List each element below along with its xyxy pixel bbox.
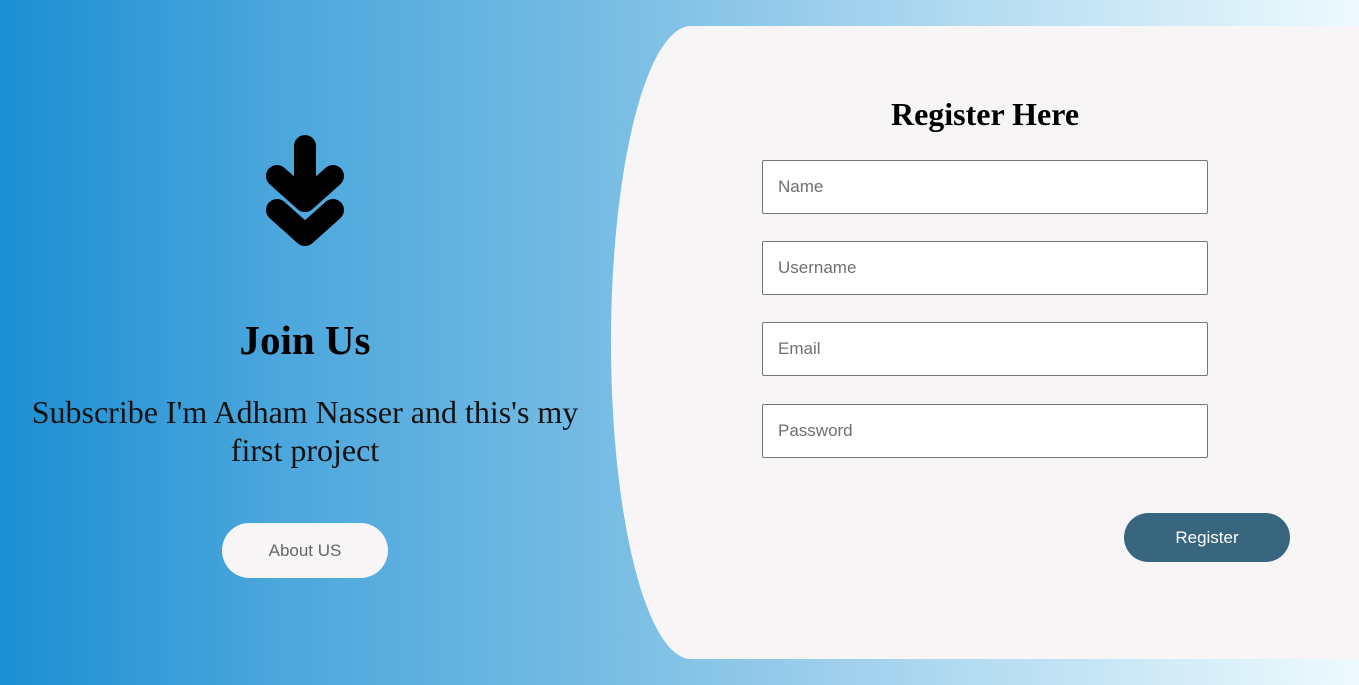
- register-title: Register Here: [890, 96, 1080, 132]
- hero-section: Join Us Subscribe I'm Adham Nasser and t…: [0, 0, 610, 685]
- double-arrow-down-icon: [266, 135, 344, 246]
- about-us-button[interactable]: About US: [222, 523, 388, 578]
- subscribe-text: Subscribe I'm Adham Nasser and this's my…: [31, 394, 579, 468]
- join-title: Join Us: [239, 317, 371, 363]
- username-field[interactable]: [762, 241, 1208, 295]
- email-field[interactable]: [762, 322, 1208, 376]
- register-button[interactable]: Register: [1124, 513, 1290, 562]
- password-field[interactable]: [762, 404, 1208, 458]
- name-field[interactable]: [762, 160, 1208, 214]
- register-panel: Register Here Register: [611, 26, 1359, 659]
